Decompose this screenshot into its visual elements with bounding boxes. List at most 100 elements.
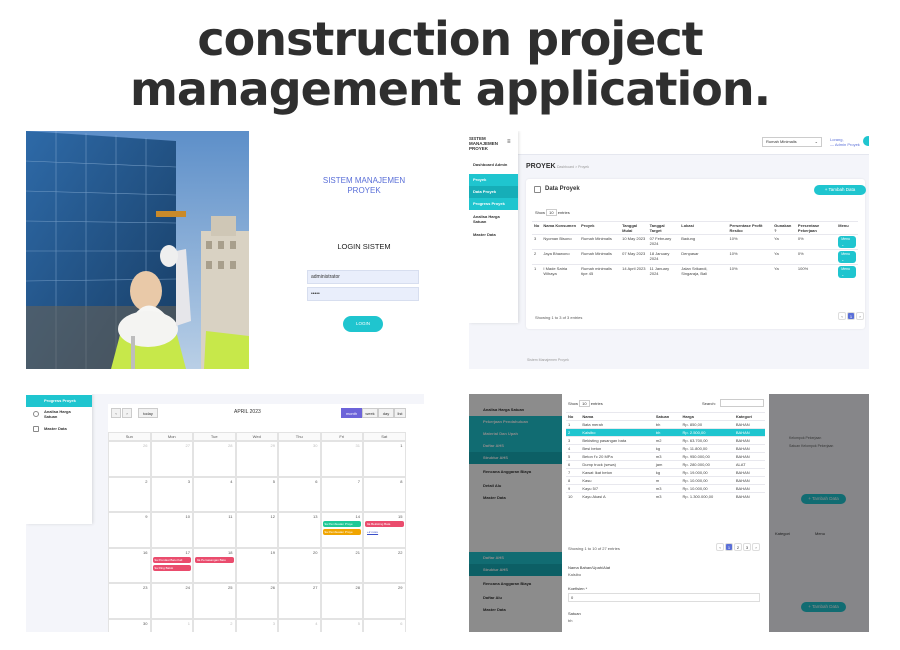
sidebar-item-ahs[interactable]: Analisa Harga Satuan xyxy=(26,407,76,421)
day-cell[interactable]: 26 xyxy=(108,441,151,477)
day-cell[interactable]: 5 xyxy=(320,618,363,632)
day-cell[interactable]: 24 xyxy=(150,583,193,619)
day-cell[interactable]: 22 xyxy=(363,547,406,583)
sidebar-item-ahs[interactable]: Analisa Harga Satuan xyxy=(469,211,509,227)
pager-page-3[interactable]: 3 xyxy=(743,543,751,551)
day-cell[interactable]: 3 xyxy=(235,618,278,632)
day-cell[interactable]: 4 xyxy=(278,618,321,632)
view-week-button[interactable]: week xyxy=(362,408,378,418)
view-day-button[interactable]: day xyxy=(378,408,394,418)
day-cell[interactable]: 23 xyxy=(108,583,151,619)
table-row[interactable]: 6 Dump truck (sewa) jam Rp. 280.000,00 ALAT xyxy=(566,460,765,469)
day-cell[interactable]: 13 xyxy=(278,512,321,548)
table-row[interactable]: 5 Beton f'c 20 MPa m3 Rp. 950.000,00 BAHAN xyxy=(566,452,765,461)
day-cell[interactable]: 6 xyxy=(278,476,321,512)
calendar-prev-button[interactable]: ‹ xyxy=(111,408,121,418)
day-cell[interactable]: 16 xyxy=(108,547,151,583)
calendar-event[interactable]: +2 more xyxy=(365,529,404,535)
project-select[interactable]: Rumah Minimalis ⌄ xyxy=(762,137,822,147)
user-info[interactable]: Lorang, — Admin Proyek xyxy=(830,137,860,147)
table-row[interactable]: 2 Kalsibo bh Rp. 2.500,00 BAHAN xyxy=(566,428,765,437)
pager-page-1[interactable]: 1 xyxy=(847,312,855,320)
day-cell[interactable]: 27 xyxy=(150,441,193,477)
day-cell[interactable]: 20 xyxy=(278,547,321,583)
day-cell[interactable]: 12 xyxy=(235,512,278,548)
calendar-event[interactable]: 9a Pembuatan Proye xyxy=(322,521,361,527)
pager-next[interactable]: › xyxy=(856,312,864,320)
day-cell[interactable]: 19 xyxy=(235,547,278,583)
calendar-event[interactable]: 9a Bekisting Bata xyxy=(365,521,404,527)
day-cell[interactable]: 26 xyxy=(235,583,278,619)
calendar-next-button[interactable]: › xyxy=(122,408,132,418)
day-cell[interactable]: 11 xyxy=(193,512,236,548)
pager-page-1[interactable]: 1 xyxy=(725,543,733,551)
add-project-button[interactable]: + Tambah Data xyxy=(814,185,866,195)
calendar-event[interactable]: 9a Pembuatan Proye xyxy=(322,529,361,535)
login-button[interactable]: LOGIN xyxy=(343,316,383,332)
form-value-satuan[interactable]: bh xyxy=(568,618,572,623)
day-cell[interactable]: 9 xyxy=(108,512,151,548)
sidebar-item-proyek[interactable]: Proyek xyxy=(469,174,518,186)
day-cell[interactable]: 29 xyxy=(363,583,406,619)
table-cell: m2 xyxy=(653,436,681,445)
table-row[interactable]: 10 Kayu Akasi Am3 Rp. 1.300.000,00 BAHAN xyxy=(566,492,765,500)
day-cell[interactable]: 30 xyxy=(278,441,321,477)
day-cell[interactable]: 4 xyxy=(193,476,236,512)
day-cell[interactable]: 30 xyxy=(108,618,151,632)
sidebar-item-progress[interactable]: Progress Proyek xyxy=(469,198,518,210)
day-cell[interactable]: 31 xyxy=(320,441,363,477)
page-length-select[interactable]: 10 xyxy=(579,400,590,407)
koefisien-input[interactable]: 0 xyxy=(568,593,760,602)
sidebar-item-master-data[interactable]: Master Data xyxy=(469,229,518,241)
table-row[interactable]: 4 Besi beton kg Rp. 11.800,00 BAHAN xyxy=(566,444,765,453)
sidebar-item-master-data[interactable]: Master Data xyxy=(26,423,92,435)
view-month-button[interactable]: month xyxy=(341,408,362,418)
row-menu-button[interactable]: Menu ⌄ xyxy=(838,251,856,263)
view-list-button[interactable]: list xyxy=(394,408,406,418)
calendar-event[interactable]: 9a Pemasangan Batu xyxy=(195,556,234,563)
sidebar-item-data-proyek[interactable]: Data Proyek xyxy=(469,186,518,198)
sidebar-item-dashboard[interactable]: Dashboard Admin xyxy=(469,159,518,171)
table-row[interactable]: 3 Bekisting pasangan bata m2 Rp. 63.700,00 B… xyxy=(566,436,765,445)
search-input[interactable] xyxy=(720,399,764,407)
table-row[interactable]: 1 Bata merah bh Rp. 850,00 BAHAN xyxy=(566,420,765,429)
day-cell[interactable]: 7 xyxy=(320,476,363,512)
day-cell[interactable]: 27 xyxy=(278,583,321,619)
day-cell[interactable]: 1 xyxy=(363,441,406,477)
day-cell[interactable]: 2 xyxy=(108,476,151,512)
day-cell[interactable]: 25 xyxy=(193,583,236,619)
day-cell[interactable]: 6 xyxy=(363,618,406,632)
day-cell[interactable]: 1 xyxy=(150,618,193,632)
pager-prev[interactable]: ‹ xyxy=(838,312,846,320)
form-value-nama[interactable]: Kalsibo xyxy=(568,572,581,577)
table-row[interactable]: 7 Kawat Ikat beton kg Rp. 19.000,00 BAHAN xyxy=(566,468,765,477)
calendar-today-button[interactable]: today xyxy=(138,408,158,418)
table-row[interactable]: 8 Kasu m Rp. 10.000,00 BAHAN xyxy=(566,476,765,485)
avatar[interactable] xyxy=(863,136,869,146)
day-cell[interactable]: 28 xyxy=(193,441,236,477)
pager-prev[interactable]: ‹ xyxy=(716,543,724,551)
calendar-event[interactable]: 9a Pondasi Batu Kali xyxy=(152,556,191,563)
table-cell: 4 xyxy=(566,444,581,453)
day-cell[interactable]: 21 xyxy=(320,547,363,583)
pager-next[interactable]: › xyxy=(752,543,760,551)
sidebar-item-progress[interactable]: Progress Proyek xyxy=(26,395,92,407)
day-cell[interactable]: 8 xyxy=(363,476,406,512)
row-menu-button[interactable]: Menu ⌄ xyxy=(838,236,856,248)
password-field[interactable]: ••••• xyxy=(307,287,419,301)
day-cell[interactable]: 3 xyxy=(150,476,193,512)
username-field[interactable]: administrator xyxy=(307,270,419,284)
table-row[interactable]: 9 Kayu 5/7 m3 Rp. 10.000,00 BAHAN xyxy=(566,484,765,493)
day-cell[interactable]: 29 xyxy=(235,441,278,477)
day-cell[interactable]: 28 xyxy=(320,583,363,619)
row-menu-button[interactable]: Menu ⌄ xyxy=(838,266,856,278)
day-cell[interactable]: 10 xyxy=(150,512,193,548)
hamburger-icon[interactable]: ≡ xyxy=(507,139,511,145)
day-cell[interactable]: 2 xyxy=(193,618,236,632)
calendar-event[interactable]: 9a Ring Balok xyxy=(152,564,191,571)
table-cell: 11 January 2024 xyxy=(647,264,680,279)
day-cell[interactable]: 18 xyxy=(193,547,236,583)
page-length-select[interactable]: 10 xyxy=(546,209,557,216)
day-cell[interactable]: 5 xyxy=(235,476,278,512)
pager-page-2[interactable]: 2 xyxy=(734,543,742,551)
